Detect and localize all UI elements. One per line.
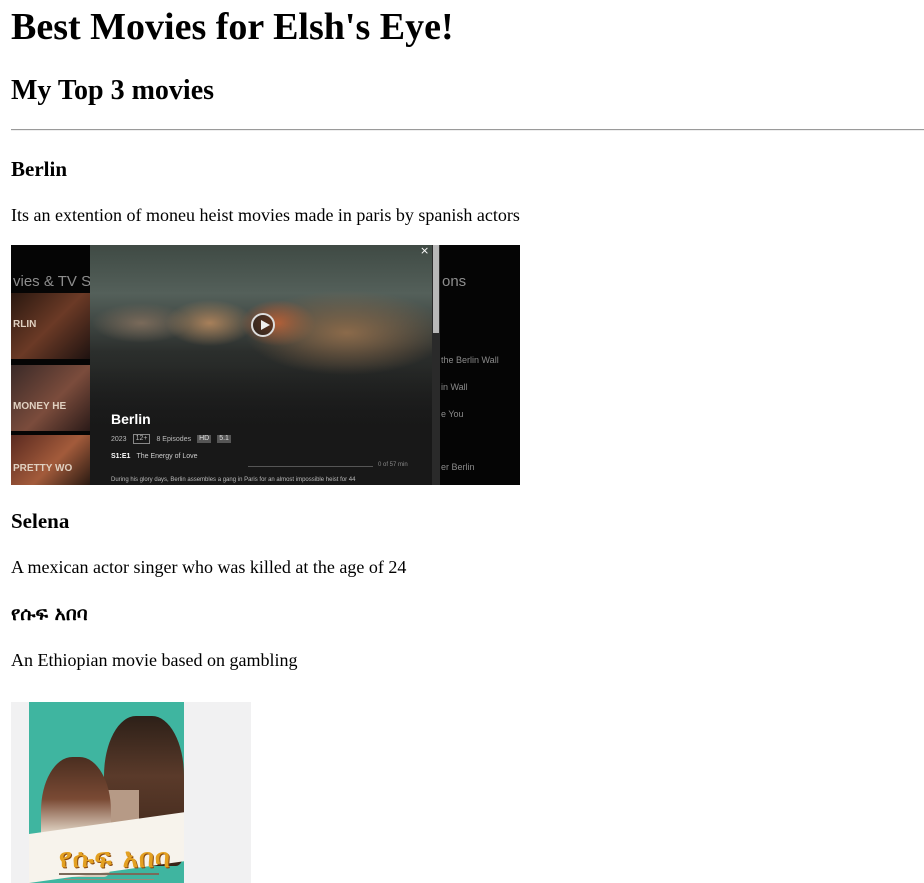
divider [11, 129, 924, 131]
audio-badge: 5.1 [217, 435, 231, 443]
movie-description-yesuf-abeba: An Ethiopian movie based on gambling [11, 650, 298, 670]
modal-episodes: 8 Episodes [156, 435, 192, 443]
list-item: er Berlin [441, 462, 475, 472]
movie-description-berlin: Its an extention of moneu heist movies m… [11, 205, 520, 225]
poster-logo: የሱፍ አበባ [59, 844, 171, 874]
episode-title: The Energy of Love [136, 453, 198, 460]
thumbnail-label: MONEY HE [13, 401, 67, 412]
thumbnail: RLIN [11, 293, 90, 359]
page-title: Best Movies for Elsh's Eye! [11, 6, 454, 48]
rating-badge: 12+ [132, 434, 151, 444]
modal-title: Berlin [111, 411, 151, 427]
thumbnail-label: RLIN [13, 319, 37, 330]
yesuf-abeba-poster-image: የሱፍ አበባ [11, 702, 251, 883]
list-item: e You [441, 409, 464, 419]
list-item: in Wall [441, 382, 468, 392]
progress-bar [248, 466, 373, 467]
movie-title-selena: Selena [11, 509, 70, 533]
modal-description: During his glory days, Berlin assembles … [111, 477, 356, 483]
episode-code: S1:E1 [111, 453, 131, 460]
bg-title-left: vies & TV Sh [13, 273, 100, 290]
list-item: the Berlin Wall [441, 355, 499, 365]
modal-year: 2023 [111, 435, 127, 443]
hd-badge: HD [197, 435, 212, 443]
modal-scrollbar [432, 245, 440, 485]
close-icon: × [420, 245, 430, 257]
bg-title-right: ons [442, 273, 467, 290]
movie-title-yesuf-abeba: የሱፍ አበባ [11, 603, 88, 625]
thumbnail-label: PRETTY WO [13, 463, 73, 474]
modal-time: 0 of 57 min [378, 462, 408, 468]
thumbnail: MONEY HE [11, 365, 90, 431]
berlin-screenshot-image: vies & TV Sh ons RLIN MONEY HE PRETTY WO… [11, 245, 520, 485]
play-icon [251, 313, 275, 337]
thumbnail: PRETTY WO [11, 435, 90, 485]
modal-episode: S1:E1 The Energy of Love [111, 453, 198, 460]
page: Best Movies for Elsh's Eye! My Top 3 mov… [0, 0, 924, 883]
poster: የሱፍ አበባ [29, 702, 184, 883]
preview-modal: × Berlin 2023 12+ 8 Episodes HD 5.1 S1:E… [90, 245, 432, 485]
page-subtitle: My Top 3 movies [11, 75, 215, 106]
movie-title-berlin: Berlin [11, 157, 67, 181]
modal-meta: 2023 12+ 8 Episodes HD 5.1 [111, 434, 231, 444]
movie-description-selena: A mexican actor singer who was killed at… [11, 557, 407, 577]
